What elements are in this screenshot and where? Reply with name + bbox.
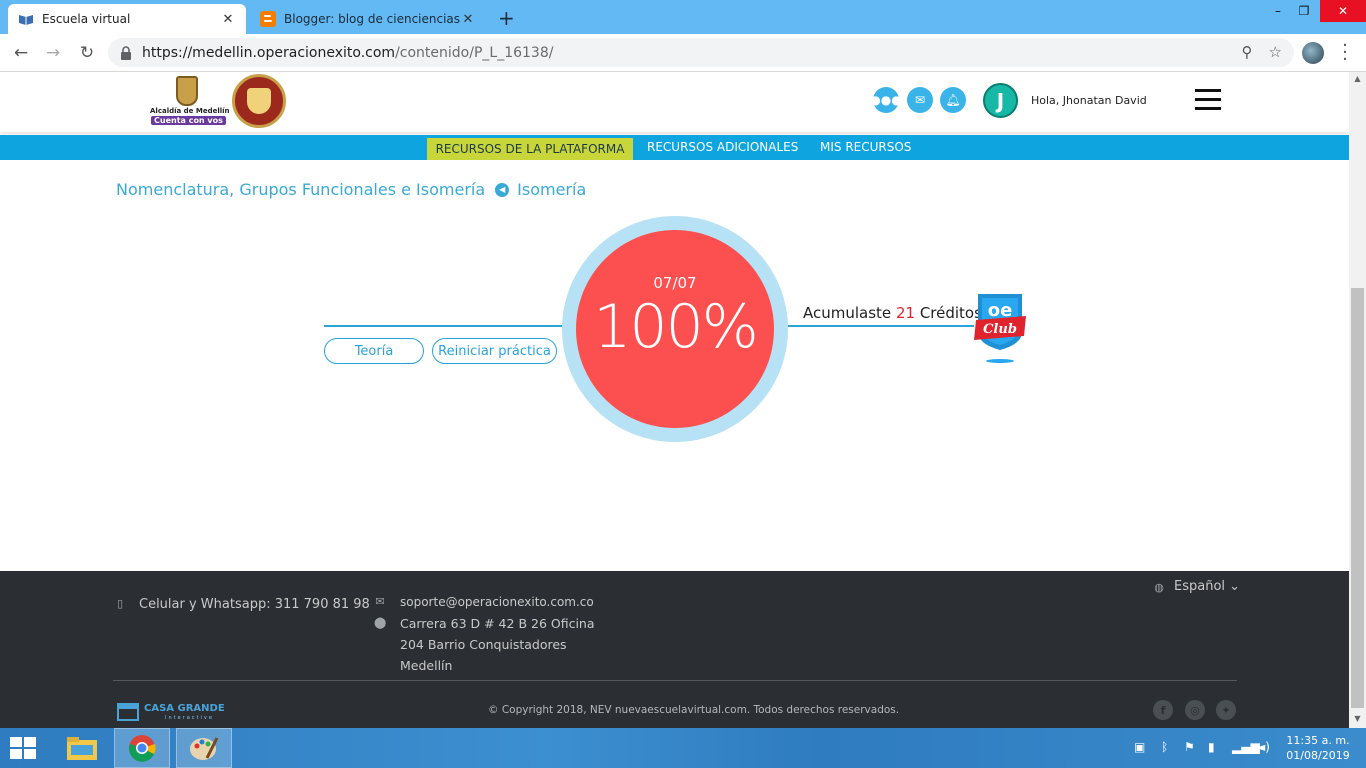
app-tray-icon[interactable]: ▣ [1134, 740, 1145, 754]
footer-address-line2: 204 Barrio Conquistadores [400, 637, 567, 652]
logo-medellin-line2: Cuenta con vos [151, 116, 226, 125]
close-tab-icon[interactable]: ✕ [220, 12, 236, 27]
scroll-down-arrow-icon[interactable]: ▼ [1349, 712, 1366, 726]
bluetooth-icon[interactable]: ᛒ [1161, 740, 1168, 754]
close-window-button[interactable]: ✕ [1320, 0, 1366, 22]
tab-escuela-virtual[interactable]: Escuela virtual ✕ [8, 4, 246, 34]
file-explorer-icon[interactable] [54, 728, 110, 768]
page-content: Alcaldía de Medellín Cuenta con vos ●●● … [0, 72, 1349, 728]
menu-mis-recursos[interactable]: MIS RECURSOS [820, 135, 911, 160]
user-greeting: Hola, Jhonatan David [1031, 94, 1147, 107]
url-host: https://medellin.operacionexito.com [142, 44, 396, 61]
chevron-down-icon: ⌄ [1229, 579, 1241, 594]
location-pin-icon: ⬤ [374, 616, 387, 629]
tab-title: Blogger: blog de cienciencias - C [284, 12, 460, 26]
reload-icon[interactable]: ↻ [76, 42, 98, 64]
footer-copyright: © Copyright 2018, NEV nuevaescuelavirtua… [488, 704, 900, 716]
new-tab-button[interactable]: + [498, 6, 515, 30]
brand-sub: Interactive [165, 715, 214, 721]
tab-title: Escuela virtual [42, 12, 131, 26]
globe-icon: ◍ [1154, 581, 1164, 594]
page-scrollbar[interactable]: ▲ ▼ [1349, 72, 1366, 728]
footer-address-line1: Carrera 63 D # 42 B 26 Oficina [400, 616, 595, 631]
progress-dots-icon[interactable]: ●●● [870, 87, 902, 113]
logo-republica-colombia[interactable] [232, 74, 286, 128]
mail-icon[interactable]: ✉ [907, 87, 933, 113]
main-menu: RECURSOS DE LA PLATAFORMA RECURSOS ADICI… [0, 135, 1349, 160]
credits-prefix: Acumulaste [803, 304, 892, 322]
blogger-icon [260, 11, 276, 27]
building-icon [117, 703, 139, 721]
credits-text: Acumulaste 21 Créditos [803, 304, 982, 322]
logo-alcaldia-medellin[interactable]: Alcaldía de Medellín Cuenta con vos [150, 76, 230, 128]
breadcrumb: Nomenclatura, Grupos Funcionales e Isome… [116, 180, 586, 199]
breadcrumb-current[interactable]: Isomería [517, 180, 586, 199]
theory-button[interactable]: Teoría [324, 338, 424, 364]
volume-icon[interactable]: ◄) [1256, 740, 1270, 754]
paint-icon[interactable] [176, 728, 232, 768]
url-path: /contenido/P_L_16138/ [395, 44, 554, 61]
footer-divider [113, 680, 1237, 681]
logo-medellin-line1: Alcaldía de Medellín [150, 107, 230, 115]
battery-icon[interactable]: ▮ [1208, 740, 1215, 754]
casa-grande-logo[interactable]: CASA GRANDE Interactive [117, 701, 229, 723]
hamburger-menu-icon[interactable] [1195, 89, 1221, 111]
divider-line-right [774, 325, 974, 327]
breadcrumb-parent[interactable]: Nomenclatura, Grupos Funcionales e Isome… [116, 180, 485, 199]
windows-start-icon[interactable] [10, 737, 38, 761]
tab-blogger[interactable]: Blogger: blog de cienciencias - C ✕ [250, 4, 486, 34]
clock-date: 01/08/2019 [1286, 749, 1350, 762]
browser-toolbar: ← → ↻ https://medellin.operacionexito.co… [0, 34, 1366, 72]
scrollbar-thumb[interactable] [1351, 288, 1364, 708]
oe-club-badge-icon[interactable]: oe Club [972, 292, 1028, 364]
profile-avatar[interactable] [1302, 42, 1324, 64]
phone-icon: ▯ [116, 597, 124, 610]
language-label: Español [1174, 579, 1226, 594]
coat-of-arms-icon [247, 88, 271, 114]
brand-name: CASA GRANDE [144, 703, 225, 714]
star-icon[interactable]: ☆ [1269, 43, 1282, 61]
chevron-left-icon: ◀ [495, 182, 510, 197]
chrome-icon[interactable] [114, 728, 170, 768]
scroll-up-arrow-icon[interactable]: ▲ [1349, 72, 1366, 86]
score-percent: 100% [593, 292, 759, 362]
instagram-icon[interactable]: ◎ [1185, 700, 1205, 720]
windows-taskbar: ▣ ᛒ ⚑ ▮ ▂▄▆ ◄) 11:35 a. m. 01/08/2019 [0, 728, 1366, 768]
clock-time: 11:35 a. m. [1286, 734, 1350, 747]
close-tab-icon[interactable]: ✕ [460, 12, 476, 27]
menu-recursos-plataforma[interactable]: RECURSOS DE LA PLATAFORMA [427, 135, 633, 160]
svg-text:Club: Club [983, 322, 1017, 337]
score-fraction: 07/07 [653, 274, 697, 292]
footer-email[interactable]: soporte@operacionexito.com.co [400, 595, 594, 609]
divider-line-left [324, 325, 580, 327]
site-header: Alcaldía de Medellín Cuenta con vos ●●● … [0, 72, 1349, 132]
user-avatar[interactable]: J [983, 83, 1018, 118]
menu-recursos-adicionales[interactable]: RECURSOS ADICIONALES [647, 135, 798, 160]
language-select[interactable]: Español ⌄ [1174, 579, 1240, 594]
address-bar[interactable]: https://medellin.operacionexito.com/cont… [108, 38, 1294, 67]
flag-icon[interactable]: ⚑ [1184, 740, 1195, 754]
credits-value: 21 [895, 304, 916, 322]
score-circle: 07/07 100% [576, 230, 774, 428]
tab-strip: Escuela virtual ✕ Blogger: blog de cienc… [0, 0, 1366, 34]
notification-bell-icon[interactable]: 🔔︎ [940, 87, 966, 113]
forward-icon[interactable]: → [42, 42, 64, 64]
restart-practice-button[interactable]: Reiniciar práctica [432, 338, 557, 364]
menu-dots-icon[interactable]: · · · [1340, 37, 1350, 69]
envelope-icon: ✉ [375, 595, 385, 608]
crest-icon [176, 76, 198, 106]
back-icon[interactable]: ← [10, 42, 32, 64]
zoom-icon[interactable]: ⚲ [1242, 43, 1253, 61]
footer-address-line3: Medellín [400, 658, 453, 673]
footer-phone: Celular y Whatsapp: 311 790 81 98 [139, 597, 370, 612]
system-clock[interactable]: 11:35 a. m. 01/08/2019 [1283, 733, 1353, 763]
book-icon [19, 15, 33, 25]
facebook-icon[interactable]: f [1153, 700, 1173, 720]
site-footer: ▯ Celular y Whatsapp: 311 790 81 98 ✉ so… [0, 571, 1349, 728]
twitter-icon[interactable]: ✦ [1216, 700, 1236, 720]
lock-icon [121, 45, 131, 60]
